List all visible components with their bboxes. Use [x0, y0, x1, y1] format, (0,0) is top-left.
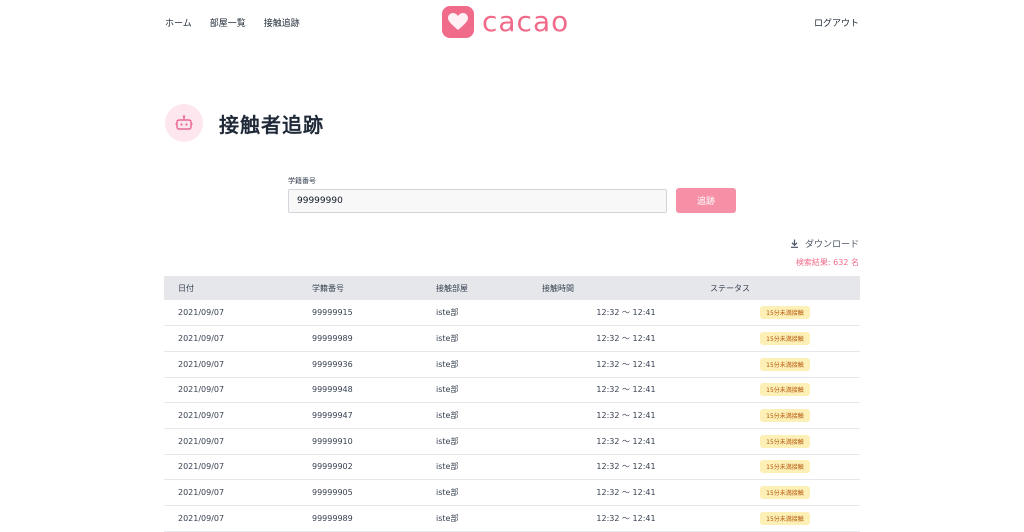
cell-date: 2021/09/07	[178, 334, 225, 344]
cell-student-id: 99999989	[312, 334, 353, 344]
cell-time: 12:32 〜 12:41	[596, 513, 656, 523]
table-row[interactable]: 2021/09/07 99999948 iste部 12:32 〜 12:41 15分未…	[164, 377, 860, 403]
cell-status: 15分未満接触	[710, 300, 860, 326]
cell-room: iste部	[436, 436, 459, 446]
cell-status: 15分未満接触	[710, 326, 860, 352]
cell-status: 15分未満接触	[710, 506, 860, 532]
status-badge: 15分未満接触	[760, 486, 810, 500]
cell-student-id: 99999915	[312, 308, 353, 318]
cell-student-id: 99999910	[312, 436, 353, 446]
download-button[interactable]: ダウンロード	[790, 237, 859, 250]
download-label: ダウンロード	[804, 240, 859, 250]
status-badge: 15分未満接触	[760, 460, 810, 474]
cell-time: 12:32 〜 12:41	[596, 436, 656, 446]
table-header-row: 日付 学籍番号 接触部屋 接触時間 ステータス	[164, 276, 860, 300]
status-badge: 15分未満接触	[760, 357, 810, 371]
nav-link-rooms[interactable]: 部屋一覧	[210, 16, 246, 29]
nav-link-home[interactable]: ホーム	[165, 16, 192, 29]
header-status[interactable]: ステータス	[710, 276, 860, 300]
header-student-id[interactable]: 学籍番号	[298, 276, 422, 300]
cell-time: 12:32 〜 12:41	[596, 462, 656, 472]
cell-time: 12:32 〜 12:41	[596, 385, 656, 395]
nav-link-contact-tracing[interactable]: 接触追跡	[264, 16, 300, 29]
logout-link[interactable]: ログアウト	[814, 16, 859, 29]
cell-time: 12:32 〜 12:41	[596, 308, 656, 318]
top-nav: ホーム 部屋一覧 接触追跡 cacao ログアウト	[0, 0, 1024, 44]
cell-date: 2021/09/07	[178, 385, 225, 395]
cell-room: iste部	[436, 359, 459, 369]
cell-student-id: 99999902	[312, 462, 353, 472]
download-icon	[790, 239, 798, 248]
header-date[interactable]: 日付	[164, 276, 298, 300]
logo[interactable]: cacao	[442, 6, 569, 38]
cell-room: iste部	[436, 462, 459, 472]
cell-time: 12:32 〜 12:41	[596, 334, 656, 344]
status-badge: 15分未満接触	[760, 306, 810, 320]
logo-text: cacao	[482, 5, 570, 38]
page-title: 接触者追跡	[219, 112, 324, 137]
status-badge: 15分未満接触	[760, 383, 810, 397]
cell-room: iste部	[436, 513, 459, 523]
cell-status: 15分未満接触	[710, 351, 860, 377]
status-badge: 15分未満接触	[760, 332, 810, 346]
cell-room: iste部	[436, 488, 459, 498]
cell-date: 2021/09/07	[178, 411, 225, 421]
nav-links: ホーム 部屋一覧 接触追跡	[165, 16, 300, 29]
header-room[interactable]: 接触部屋	[422, 276, 542, 300]
table-row[interactable]: 2021/09/07 99999902 iste部 12:32 〜 12:41 15分未…	[164, 454, 860, 480]
cell-room: iste部	[436, 308, 459, 318]
cell-date: 2021/09/07	[178, 488, 225, 498]
cell-student-id: 99999989	[312, 513, 353, 523]
cell-date: 2021/09/07	[178, 308, 225, 318]
table-row[interactable]: 2021/09/07 99999936 iste部 12:32 〜 12:41 15分未…	[164, 351, 860, 378]
table-row[interactable]: 2021/09/07 99999905 iste部 12:32 〜 12:41 15分未…	[164, 480, 860, 506]
contact-table: 日付 学籍番号 接触部屋 接触時間 ステータス 2021/09/07 999999…	[164, 276, 860, 532]
cell-student-id: 99999947	[312, 411, 353, 421]
cell-status: 15分未満接触	[710, 480, 860, 506]
cell-student-id: 99999948	[312, 385, 353, 395]
cell-status: 15分未満接触	[710, 377, 860, 403]
table-row[interactable]: 2021/09/07 99999910 iste部 12:32 〜 12:41 15分未…	[164, 428, 860, 455]
student-id-label: 学籍番号	[288, 177, 316, 185]
robot-icon	[165, 104, 203, 142]
table-row[interactable]: 2021/09/07 99999947 iste部 12:32 〜 12:41 15分未…	[164, 403, 860, 429]
table-row[interactable]: 2021/09/07 99999989 iste部 12:32 〜 12:41 15分未…	[164, 506, 860, 532]
cell-student-id: 99999936	[312, 359, 353, 369]
table-row[interactable]: 2021/09/07 99999989 iste部 12:32 〜 12:41 15分未…	[164, 326, 860, 352]
cell-status: 15分未満接触	[710, 454, 860, 480]
cell-student-id: 99999905	[312, 488, 353, 498]
cell-status: 15分未満接触	[710, 403, 860, 429]
cell-room: iste部	[436, 385, 459, 395]
cell-date: 2021/09/07	[178, 513, 225, 523]
header-time[interactable]: 接触時間	[542, 276, 710, 300]
heart-icon	[442, 6, 474, 38]
result-count: 検索結果: 632 名	[795, 258, 859, 267]
cell-date: 2021/09/07	[178, 436, 225, 446]
status-badge: 15分未満接触	[760, 409, 810, 423]
cell-time: 12:32 〜 12:41	[596, 411, 656, 421]
table-row[interactable]: 2021/09/07 99999915 iste部 12:32 〜 12:41 15分未…	[164, 300, 860, 326]
page-header: 接触者追跡	[165, 104, 324, 142]
cell-date: 2021/09/07	[178, 462, 225, 472]
cell-room: iste部	[436, 334, 459, 344]
cell-time: 12:32 〜 12:41	[596, 488, 656, 498]
cell-room: iste部	[436, 411, 459, 421]
student-id-input[interactable]	[288, 189, 667, 213]
cell-time: 12:32 〜 12:41	[596, 359, 656, 369]
track-button[interactable]: 追跡	[676, 188, 736, 213]
status-badge: 15分未満接触	[760, 434, 810, 448]
cell-date: 2021/09/07	[178, 359, 225, 369]
cell-status: 15分未満接触	[710, 428, 860, 454]
